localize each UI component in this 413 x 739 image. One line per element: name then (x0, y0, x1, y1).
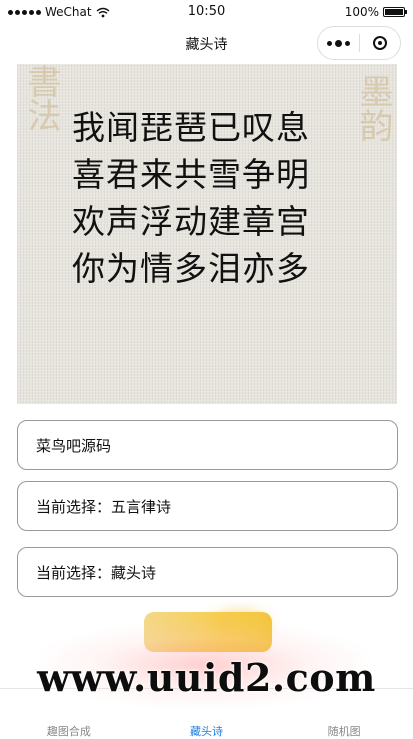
battery-percent: 100% (344, 5, 379, 19)
calligraphy-background-right: 墨韵 (353, 74, 393, 142)
close-mini-program-button[interactable] (360, 27, 401, 59)
poem-card: 書法 墨韵 我闻琵琶已叹息 喜君来共雪争明 欢声浮动建章宫 你为情多泪亦多 (17, 64, 397, 404)
tab-label: 藏头诗 (190, 725, 223, 738)
status-bar: WeChat 10:50 100% (0, 0, 413, 24)
poem-line: 喜君来共雪争明 (72, 155, 310, 194)
poem-style-picker[interactable]: 当前选择：藏头诗 (17, 547, 398, 597)
poem-line: 欢声浮动建章宫 (72, 202, 310, 241)
poem-type-picker[interactable]: 当前选择：五言律诗 (17, 481, 398, 531)
battery-status: 100% (344, 5, 407, 19)
nav-bar: 藏头诗 (0, 24, 413, 64)
head-text-input[interactable]: 菜鸟吧源码 (17, 420, 398, 470)
poem-lines: 我闻琵琶已叹息 喜君来共雪争明 欢声浮动建章宫 你为情多泪亦多 (72, 104, 310, 292)
poem-line: 我闻琵琶已叹息 (72, 108, 310, 147)
calligraphy-background-left: 書法 (21, 64, 61, 132)
more-menu-button[interactable] (318, 27, 359, 59)
watermark-text: www.uuid2.com (37, 655, 376, 700)
battery-icon (383, 7, 407, 17)
more-dots-icon (326, 40, 332, 46)
tab-label: 趣图合成 (46, 725, 91, 738)
poem-line: 你为情多泪亦多 (72, 249, 310, 288)
tab-label: 随机图 (327, 725, 361, 738)
mini-program-capsule (317, 26, 401, 60)
target-icon (372, 36, 387, 50)
